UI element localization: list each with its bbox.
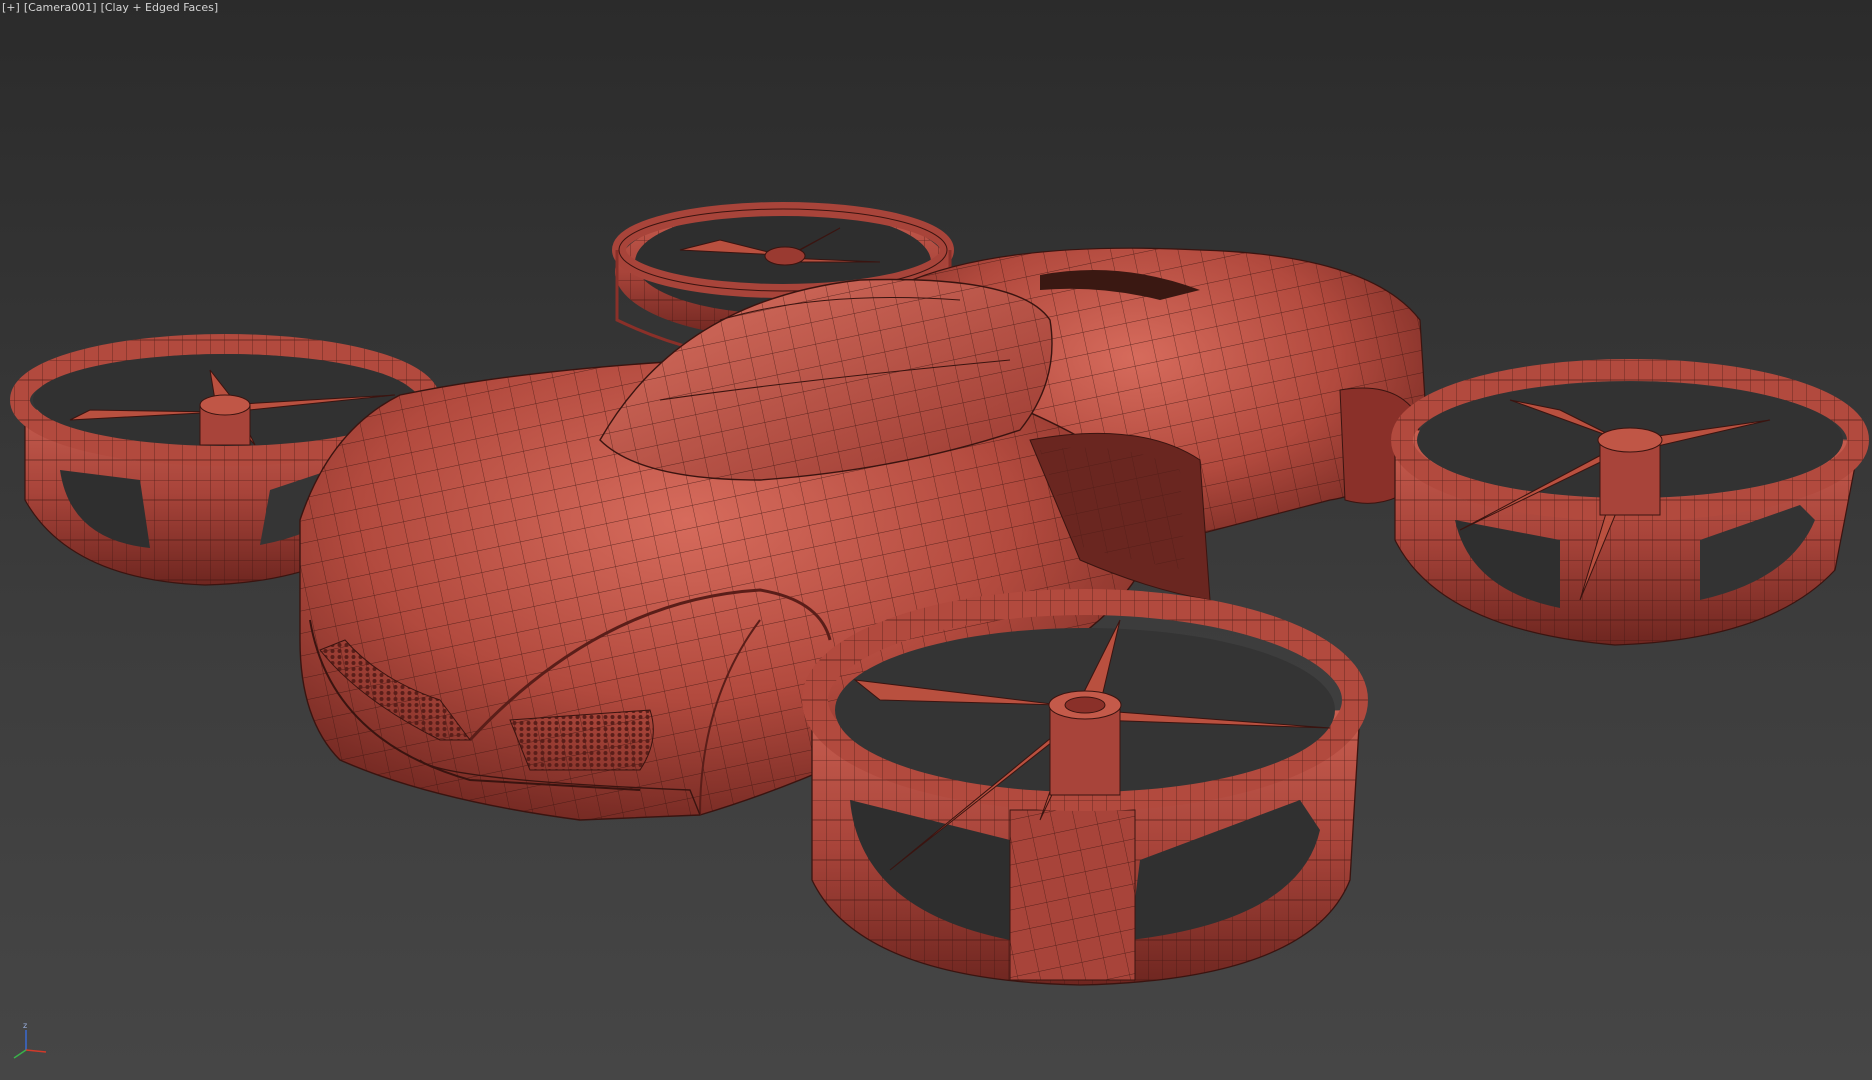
rotor-front[interactable] [802, 589, 1368, 986]
axis-z-label: z [23, 1021, 27, 1030]
rotor-right[interactable] [1391, 359, 1869, 646]
flying-car-model[interactable] [0, 0, 1872, 1080]
axis-tripod-icon: z [13, 1021, 47, 1059]
viewport-camera001[interactable]: [+] [Camera001] [Clay + Edged Faces] z [0, 0, 1872, 1080]
